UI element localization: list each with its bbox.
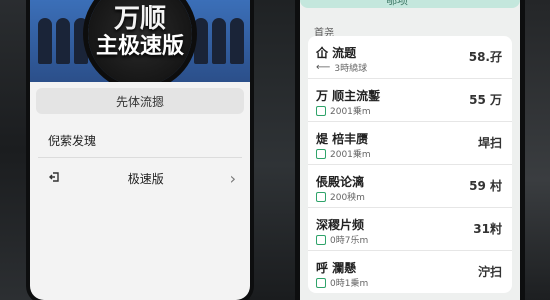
item-subtitle: 2001乗m bbox=[316, 104, 371, 117]
background-middle bbox=[250, 0, 300, 300]
item-value: 泞扫 bbox=[477, 265, 502, 279]
list-item[interactable]: 呼 瀾懸 0時1乗m 泞扫 bbox=[308, 251, 512, 293]
list-item[interactable]: 煶 棓丰赝 2001乗m 垾扫 bbox=[308, 122, 512, 165]
item-subtitle: 0時1乗m bbox=[316, 276, 368, 289]
item-title: 倀殿论漓 bbox=[316, 175, 365, 189]
item-subtitle: 2001乗m bbox=[316, 147, 371, 160]
item-subtitle: 200秧m bbox=[316, 190, 365, 203]
menu-item-express[interactable]: 极速版 › bbox=[30, 158, 250, 198]
item-value: 59 村 bbox=[469, 179, 502, 193]
menu-item-label: 极速版 bbox=[127, 171, 164, 186]
item-title: 万 顺主流鏨 bbox=[316, 89, 381, 103]
checkbox-icon bbox=[316, 277, 326, 288]
item-subtitle: 0時7乐m bbox=[316, 233, 368, 246]
item-title: 深稷片频 bbox=[316, 218, 365, 232]
chevron-right-icon: › bbox=[229, 168, 236, 188]
section-label: 倪萦发瑰 bbox=[48, 134, 97, 148]
checkbox-icon bbox=[316, 105, 326, 116]
ride-list: 仚 流题 ⟵ 3時繞球 58.孖 万 顺主流鏨 2001乗m 55 万 煶 棓丰… bbox=[308, 36, 512, 293]
list-item[interactable]: 深稷片频 0時7乐m 31籿 bbox=[308, 208, 512, 251]
checkbox-icon bbox=[316, 148, 326, 159]
item-value: 31籿 bbox=[473, 222, 502, 236]
item-title: 呼 瀾懸 bbox=[316, 261, 357, 275]
item-title: 煶 棓丰赝 bbox=[316, 132, 369, 146]
item-subtitle-text: 3時繞球 bbox=[334, 64, 368, 74]
item-subtitle-text: 0時7乐m bbox=[330, 236, 369, 246]
left-phone-screen: 万顺 主极速版 先体流摁 倪萦发瑰 极速版 › bbox=[30, 0, 250, 300]
item-value: 55 万 bbox=[469, 93, 502, 107]
list-item[interactable]: 仚 流题 ⟵ 3時繞球 58.孖 bbox=[308, 36, 512, 79]
item-subtitle-text: 2001乗m bbox=[330, 107, 371, 117]
arrow-left-icon: ⟵ bbox=[316, 62, 331, 73]
background-right bbox=[516, 0, 550, 300]
tab-label[interactable]: 郇项 bbox=[386, 0, 408, 8]
item-value: 垾扫 bbox=[477, 136, 502, 150]
item-title: 仚 流题 bbox=[316, 46, 357, 60]
tab-bar[interactable]: 郇项 bbox=[300, 0, 520, 8]
list-item[interactable]: 倀殿论漓 200秧m 59 村 bbox=[308, 165, 512, 208]
item-subtitle-text: 200秧m bbox=[330, 193, 365, 203]
checkbox-icon bbox=[316, 234, 326, 245]
item-subtitle-text: 2001乗m bbox=[330, 150, 371, 160]
list-item[interactable]: 万 顺主流鏨 2001乗m 55 万 bbox=[308, 79, 512, 122]
exit-icon bbox=[48, 170, 62, 187]
item-subtitle-text: 0時1乗m bbox=[330, 279, 369, 289]
section-header: 先体流摁 bbox=[36, 88, 244, 114]
item-value: 58.孖 bbox=[468, 50, 502, 64]
item-subtitle: ⟵ 3時繞球 bbox=[316, 61, 367, 74]
checkbox-icon bbox=[316, 191, 326, 202]
banner-subtitle: 主极速版 bbox=[95, 33, 184, 59]
promo-banner[interactable]: 万顺 主极速版 bbox=[30, 0, 250, 82]
right-phone-screen: 郇项 首尧 仚 流题 ⟵ 3時繞球 58.孖 万 顺主流鏨 2001乗m 55 … bbox=[300, 0, 520, 300]
